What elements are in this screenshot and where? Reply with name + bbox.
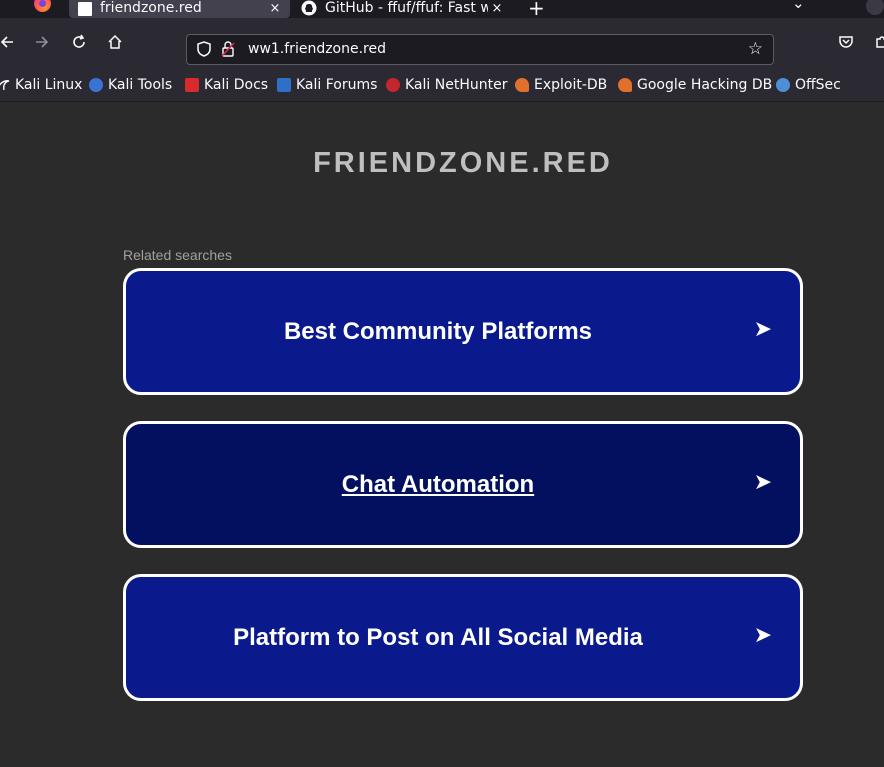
close-icon[interactable]: × [266,1,284,16]
kali-tools-icon [89,78,103,92]
url-bar[interactable]: ww1.friendzone.red ☆ [186,34,774,65]
bookmark-label: OffSec [795,77,841,93]
tab-title: GitHub - ffuf/ffuf: Fast we [325,0,488,16]
search-link-label: Platform to Post on All Social Media [233,623,643,651]
back-button[interactable] [0,30,19,54]
search-link-platform-to-post[interactable]: Platform to Post on All Social Media ➤ [123,574,803,701]
bookmark-exploit-db[interactable]: Exploit-DB [515,77,607,93]
exploit-db-icon [515,78,529,92]
insecure-lock-icon[interactable] [220,40,236,58]
bookmark-kali-nethunter[interactable]: Kali NetHunter [386,77,507,93]
tracking-protection-shield-icon[interactable] [195,40,213,58]
search-link-label: Best Community Platforms [283,317,593,345]
bookmark-label: Kali NetHunter [405,77,508,93]
new-tab-button[interactable]: + [528,0,545,20]
url-text[interactable]: ww1.friendzone.red [248,41,386,57]
puzzle-icon [876,36,884,48]
bookmark-label: Google Hacking DB [637,77,773,93]
bookmarks-toolbar: Kali Linux Kali Tools Kali Docs Kali For… [0,68,884,102]
bookmark-offsec[interactable]: OffSec [776,77,841,93]
blank-page-icon [78,2,92,16]
pocket-icon [839,36,853,48]
kali-docs-icon [185,78,199,92]
forward-button[interactable] [30,30,54,54]
close-icon[interactable]: × [488,1,506,16]
bookmark-kali-docs[interactable]: Kali Docs [185,77,268,93]
home-icon [108,34,122,49]
back-arrow-icon [0,36,13,48]
related-searches-label: Related searches [123,247,232,263]
offsec-icon [776,78,790,92]
forward-arrow-icon [36,36,49,48]
arrow-right-icon: ➤ [753,623,772,648]
page-content: FRIENDZONE.RED Related searches Best Com… [0,102,884,767]
extensions-button[interactable] [870,30,884,54]
bookmark-kali-forums[interactable]: Kali Forums [277,77,377,93]
kali-linux-icon [0,78,10,92]
search-link-label: Chat Automation [341,470,535,498]
pocket-button[interactable] [834,30,858,54]
window-control-button[interactable] [866,0,884,15]
home-button[interactable] [103,30,127,54]
arrow-right-icon: ➤ [753,317,772,342]
bookmark-kali-linux[interactable]: Kali Linux [0,77,82,93]
kali-nethunter-icon [386,78,400,92]
tab-friendzone[interactable]: friendzone.red × [69,0,290,18]
bookmark-label: Kali Forums [296,77,378,93]
site-title: FRIENDZONE.RED [313,147,613,179]
reload-button[interactable] [67,30,91,54]
search-link-best-community-platforms[interactable]: Best Community Platforms ➤ [123,268,803,395]
kali-forums-icon [277,78,291,92]
firefox-icon[interactable] [34,0,51,12]
search-link-chat-automation[interactable]: Chat Automation ➤ [123,421,803,548]
bookmark-label: Kali Tools [108,77,173,93]
github-icon [301,0,317,16]
bookmark-label: Kali Docs [204,77,269,93]
tab-github[interactable]: GitHub - ffuf/ffuf: Fast we × [292,0,512,18]
bookmark-kali-tools[interactable]: Kali Tools [89,77,172,93]
bookmark-label: Kali Linux [15,77,83,93]
bookmark-label: Exploit-DB [534,77,608,93]
arrow-right-icon: ➤ [753,470,772,495]
tab-title: friendzone.red [100,0,202,16]
bookmark-google-hacking-db[interactable]: Google Hacking DB [618,77,772,93]
google-hacking-db-icon [618,78,632,92]
list-all-tabs-button[interactable]: ⌄ [792,0,805,12]
bookmark-star-icon[interactable]: ☆ [748,39,763,59]
reload-icon [73,34,85,48]
tab-strip: friendzone.red × GitHub - ffuf/ffuf: Fas… [0,0,884,20]
